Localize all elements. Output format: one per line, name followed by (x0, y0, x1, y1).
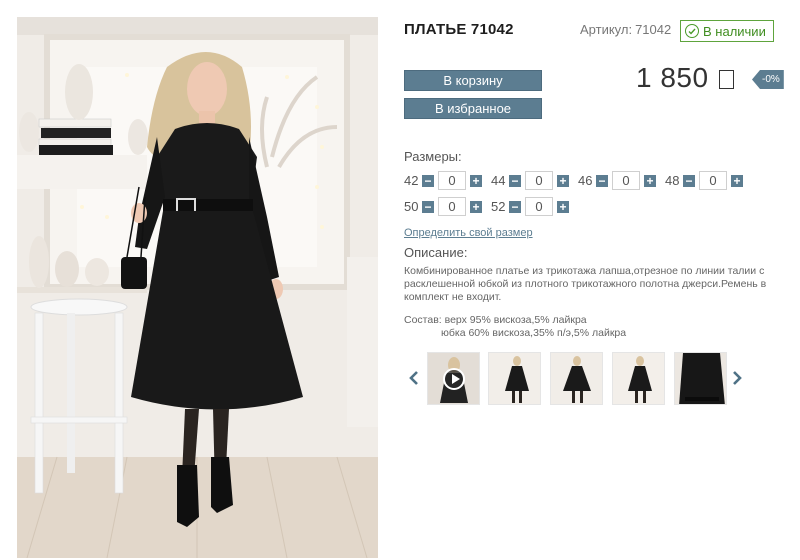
size-item: 46 − + (578, 171, 656, 190)
increment-button[interactable]: + (470, 200, 482, 213)
increment-button[interactable]: + (644, 174, 656, 187)
product-title: ПЛАТЬЕ 71042 (404, 21, 514, 38)
check-circle-icon (685, 24, 699, 38)
quantity-input[interactable] (438, 171, 466, 190)
size-number: 44 (491, 173, 506, 188)
decrement-button[interactable]: − (596, 174, 608, 187)
increment-button[interactable]: + (557, 200, 569, 213)
price-value: 1 850 (636, 62, 709, 93)
decrement-button[interactable]: − (422, 174, 434, 187)
add-to-cart-button[interactable]: В корзину (404, 70, 542, 91)
chevron-left-icon[interactable] (409, 371, 419, 385)
in-stock-label: В наличии (703, 23, 766, 39)
decrement-button[interactable]: − (683, 174, 695, 187)
product-photo[interactable] (17, 17, 378, 558)
size-number: 46 (578, 173, 593, 188)
quantity-input[interactable] (525, 197, 553, 216)
decrement-button[interactable]: − (422, 200, 434, 213)
size-number: 48 (665, 173, 680, 188)
size-number: 52 (491, 199, 506, 214)
add-to-favorites-button[interactable]: В избранное (404, 98, 542, 119)
find-your-size-link[interactable]: Определить свой размер (404, 227, 533, 239)
description-text: Комбинированное платье из трикотажа лапш… (404, 265, 767, 303)
gallery-thumbnail[interactable] (488, 352, 541, 405)
size-number: 50 (404, 199, 419, 214)
quantity-input[interactable] (612, 171, 640, 190)
composition-line-2: юбка 60% вискоза,35% п/э,5% лайкра (441, 327, 627, 339)
gallery-thumbnail[interactable] (674, 352, 727, 405)
sizes-row: 50 − + 52 − + (404, 197, 578, 216)
gallery-thumbnail-video[interactable] (427, 352, 480, 405)
decrement-button[interactable]: − (509, 200, 521, 213)
gallery-thumbnail[interactable] (612, 352, 665, 405)
sizes-row: 42 − + 44 − + 46 − + 48 − + (404, 171, 752, 190)
composition-line-1: Состав: верх 95% вискоза,5% лайкра (404, 314, 587, 326)
quantity-input[interactable] (699, 171, 727, 190)
sizes-label: Размеры: (404, 149, 462, 164)
discount-badge: -0% (752, 70, 784, 89)
gallery-thumbnail[interactable] (550, 352, 603, 405)
quantity-input[interactable] (525, 171, 553, 190)
composition: Состав: верх 95% вискоза,5% лайкра юбка … (404, 314, 626, 340)
play-icon (443, 368, 465, 390)
sku-label: Артикул: (580, 22, 633, 37)
size-item: 48 − + (665, 171, 743, 190)
description-label: Описание: (404, 245, 468, 260)
increment-button[interactable]: + (470, 174, 482, 187)
in-stock-badge: В наличии (680, 20, 774, 42)
increment-button[interactable]: + (731, 174, 743, 187)
sku-value: 71042 (635, 22, 672, 37)
decrement-button[interactable]: − (509, 174, 521, 187)
ruble-sign-icon (718, 69, 734, 89)
size-item: 44 − + (491, 171, 569, 190)
size-item: 42 − + (404, 171, 482, 190)
size-item: 52 − + (491, 197, 569, 216)
chevron-right-icon[interactable] (732, 371, 742, 385)
size-item: 50 − + (404, 197, 482, 216)
size-number: 42 (404, 173, 419, 188)
increment-button[interactable]: + (557, 174, 569, 187)
quantity-input[interactable] (438, 197, 466, 216)
price: 1 850 (636, 62, 734, 94)
sku: Артикул: 71042 (580, 22, 671, 37)
